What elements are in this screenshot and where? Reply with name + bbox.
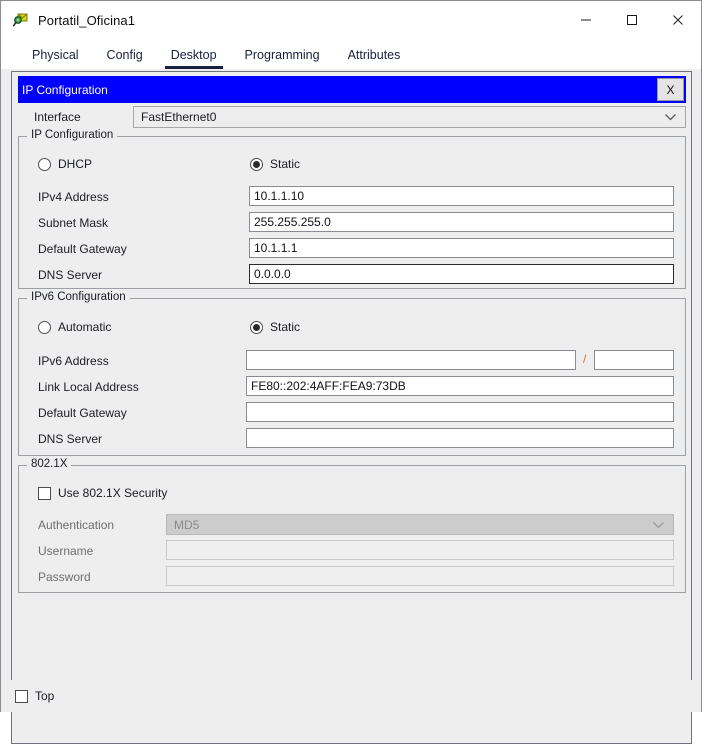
ipv4-dns-server-input[interactable]: 0.0.0.0 <box>249 264 674 284</box>
password-input[interactable] <box>166 566 674 586</box>
link-local-address-label: Link Local Address <box>38 380 139 394</box>
interface-select[interactable]: FastEthernet0 <box>133 106 686 128</box>
desktop-tab-content: IP Configuration X Interface FastEtherne… <box>1 69 701 712</box>
dialog-close-button[interactable]: X <box>657 78 684 101</box>
checkbox-unchecked-icon <box>15 690 28 703</box>
tab-config[interactable]: Config <box>93 48 157 69</box>
ipv6-address-input[interactable] <box>246 350 576 370</box>
chevron-down-icon <box>664 110 677 124</box>
radio-unchecked-icon <box>38 158 51 171</box>
authentication-label: Authentication <box>38 518 114 532</box>
bottom-bar: Top <box>1 680 701 712</box>
password-label: Password <box>38 570 91 584</box>
interface-value: FastEthernet0 <box>141 110 216 124</box>
tab-programming[interactable]: Programming <box>231 48 334 69</box>
checkbox-unchecked-icon <box>38 487 51 500</box>
radio-checked-icon <box>250 158 263 171</box>
interface-label: Interface <box>34 110 81 124</box>
ipv4-dns-server-value: 0.0.0.0 <box>254 267 291 281</box>
dialog-close-label: X <box>666 83 674 97</box>
top-checkbox[interactable]: Top <box>15 689 54 703</box>
tab-desktop-label: Desktop <box>171 48 217 62</box>
ipv4-static-radio[interactable]: Static <box>250 157 300 171</box>
ipv4-default-gateway-label: Default Gateway <box>38 242 127 256</box>
ipv4-dhcp-label: DHCP <box>58 157 92 171</box>
tab-attributes[interactable]: Attributes <box>334 48 415 69</box>
subnet-mask-label: Subnet Mask <box>38 216 108 230</box>
authentication-select[interactable]: MD5 <box>166 514 674 535</box>
application-window: Portatil_Oficina1 Physical <box>0 0 702 712</box>
radio-unchecked-icon <box>38 321 51 334</box>
username-label: Username <box>38 544 93 558</box>
minimize-icon <box>580 14 592 26</box>
ipv6-automatic-radio[interactable]: Automatic <box>38 320 111 334</box>
close-icon <box>672 14 684 26</box>
ipv4-group-legend: IP Configuration <box>27 129 117 141</box>
minimize-button[interactable] <box>563 1 609 39</box>
ipv4-static-label: Static <box>270 157 300 171</box>
ipv4-address-value: 10.1.1.10 <box>254 189 304 203</box>
ipv4-dhcp-radio[interactable]: DHCP <box>38 157 92 171</box>
tab-config-label: Config <box>107 48 143 62</box>
dialog-titlebar: IP Configuration X <box>18 76 686 103</box>
subnet-mask-value: 255.255.255.0 <box>254 215 331 229</box>
tab-physical-label: Physical <box>32 48 79 62</box>
ipv6-configuration-group: IPv6 Configuration Automatic Static IPv6… <box>18 298 686 456</box>
link-local-address-value: FE80::202:4AFF:FEA9:73DB <box>251 379 406 393</box>
tab-programming-label: Programming <box>245 48 320 62</box>
ipv6-prefix-input[interactable] <box>594 350 674 370</box>
username-input[interactable] <box>166 540 674 560</box>
ipv6-default-gateway-label: Default Gateway <box>38 406 127 420</box>
top-checkbox-label: Top <box>35 689 54 703</box>
ipv6-dns-server-input[interactable] <box>246 428 674 448</box>
tab-physical[interactable]: Physical <box>18 48 93 69</box>
authentication-value: MD5 <box>174 518 199 532</box>
ipv6-default-gateway-input[interactable] <box>246 402 674 422</box>
radio-checked-icon <box>250 321 263 334</box>
window-titlebar: Portatil_Oficina1 <box>1 1 701 39</box>
link-local-address-input[interactable]: FE80::202:4AFF:FEA9:73DB <box>246 376 674 396</box>
ipv4-dns-server-label: DNS Server <box>38 268 102 282</box>
ipv6-static-label: Static <box>270 320 300 334</box>
maximize-button[interactable] <box>609 1 655 39</box>
window-title: Portatil_Oficina1 <box>38 13 135 28</box>
chevron-down-icon <box>652 518 665 532</box>
use-dot1x-security-checkbox[interactable]: Use 802.1X Security <box>38 486 167 500</box>
ipv6-prefix-separator: / <box>583 352 586 366</box>
ip-configuration-panel: IP Configuration X Interface FastEtherne… <box>11 71 692 744</box>
interface-row: Interface FastEthernet0 <box>18 106 686 128</box>
device-tabs: Physical Config Desktop Programming Attr… <box>1 39 701 69</box>
ipv4-configuration-group: IP Configuration DHCP Static IPv4 Addres… <box>18 136 686 289</box>
ipv4-address-input[interactable]: 10.1.1.10 <box>249 186 674 206</box>
tab-attributes-label: Attributes <box>348 48 401 62</box>
ipv4-address-label: IPv4 Address <box>38 190 109 204</box>
use-dot1x-security-label: Use 802.1X Security <box>58 486 167 500</box>
dialog-title: IP Configuration <box>22 83 108 97</box>
tab-desktop[interactable]: Desktop <box>157 48 231 69</box>
ipv4-default-gateway-value: 10.1.1.1 <box>254 241 297 255</box>
ipv6-static-radio[interactable]: Static <box>250 320 300 334</box>
subnet-mask-input[interactable]: 255.255.255.0 <box>249 212 674 232</box>
maximize-icon <box>626 14 638 26</box>
ipv4-default-gateway-input[interactable]: 10.1.1.1 <box>249 238 674 258</box>
ipv6-address-label: IPv6 Address <box>38 354 109 368</box>
ipv6-automatic-label: Automatic <box>58 320 111 334</box>
packet-tracer-icon <box>13 12 29 28</box>
ipv6-group-legend: IPv6 Configuration <box>27 291 130 303</box>
close-button[interactable] <box>655 1 701 39</box>
ipv6-dns-server-label: DNS Server <box>38 432 102 446</box>
window-controls <box>563 1 701 39</box>
dot1x-group-legend: 802.1X <box>27 458 71 470</box>
dot1x-group: 802.1X Use 802.1X Security Authenticatio… <box>18 465 686 593</box>
